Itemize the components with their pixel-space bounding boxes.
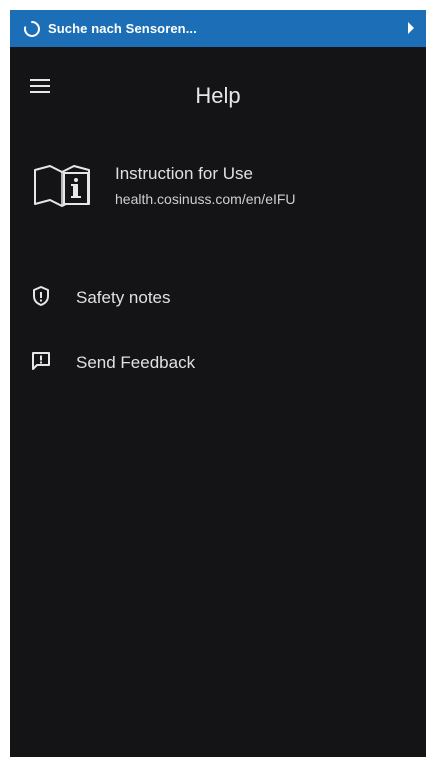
sensor-scan-bar[interactable]: Suche nach Sensoren... xyxy=(10,10,426,47)
manual-book-info-icon xyxy=(32,160,92,210)
menu-item-label: Send Feedback xyxy=(76,353,196,372)
page-title: Help xyxy=(195,83,241,108)
shield-alert-icon xyxy=(30,285,52,307)
app-bar: Help xyxy=(10,47,426,125)
instruction-url[interactable]: health.cosinuss.com/en/eIFU xyxy=(115,191,296,207)
menu-item-label: Safety notes xyxy=(76,288,171,307)
instruction-title: Instruction for Use xyxy=(115,164,253,183)
menu-item-send-feedback[interactable]: Send Feedback xyxy=(10,340,426,384)
menu-item-safety-notes[interactable]: Safety notes xyxy=(10,275,426,319)
instruction-for-use-link[interactable]: Instruction for Use health.cosinuss.com/… xyxy=(32,160,402,220)
feedback-alert-icon xyxy=(30,350,52,372)
play-arrow-icon[interactable] xyxy=(408,22,414,34)
loading-spinner-icon xyxy=(23,20,41,38)
scan-status-text: Suche nach Sensoren... xyxy=(48,21,197,36)
app-screen: Suche nach Sensoren... Help Instruction … xyxy=(10,10,426,757)
